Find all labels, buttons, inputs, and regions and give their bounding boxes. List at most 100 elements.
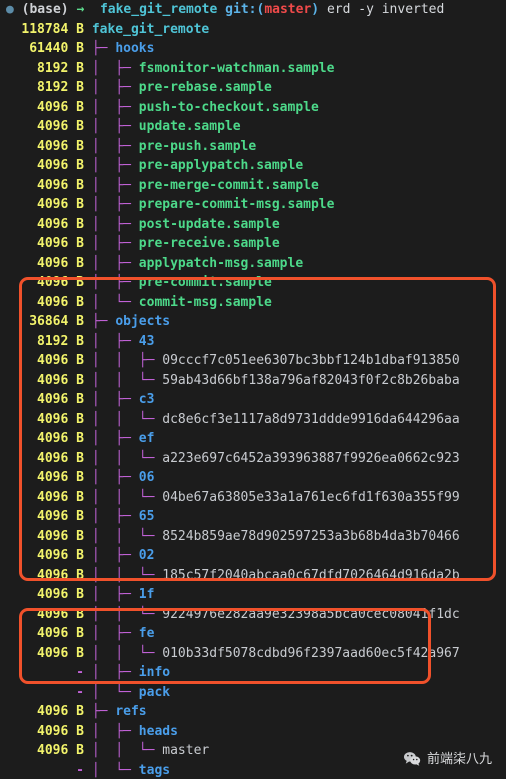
tree-row: 4096 B │ ├─ c3: [0, 390, 506, 410]
tree-row-gap: [84, 117, 92, 137]
tree-row-name: commit-msg.sample: [138, 294, 272, 310]
tree-row-size: 4096 B: [37, 392, 84, 407]
tree-row-name: pre-applypatch.sample: [138, 158, 304, 173]
tree-row-size: 4096 B: [37, 99, 84, 115]
tree-row-gap: [84, 351, 92, 371]
tree-row-size: 8192 B: [37, 80, 84, 95]
tree-output: 118784 B fake_git_remote 61440 B ├─ hooks…: [0, 20, 506, 779]
tree-row-size: 4096 B: [37, 489, 84, 505]
tree-row-gap: [84, 371, 92, 391]
tree-row-size: 36864 B: [29, 314, 84, 329]
tree-row-gap: [84, 273, 92, 293]
tree-row-name: post-update.sample: [138, 216, 280, 232]
tree-row-connector: │ ├─: [91, 548, 139, 563]
tree-row-gap: [84, 761, 92, 779]
tree-row-name: 185c57f2040abcaa0c67dfd7026464d916da2b: [162, 567, 460, 583]
tree-row-size: 4096 B: [37, 197, 84, 212]
tree-row-connector: │ │ ├─: [91, 353, 163, 368]
tree-row-gap: [84, 722, 92, 742]
tree-row-gap: [84, 312, 92, 332]
tree-row-connector: │ └─: [91, 294, 139, 310]
tree-row-gap: [84, 702, 92, 722]
tree-row-connector: │ ├─: [91, 119, 139, 134]
tree-row: 4096 B │ └─ commit-msg.sample: [0, 293, 506, 313]
tree-row-size: 4096 B: [37, 236, 84, 251]
tree-row-gap: [84, 39, 92, 59]
tree-row-connector: │ │ └─: [91, 372, 163, 388]
tree-row-name: 06: [138, 470, 155, 485]
tree-row-name: 9224976e282aa9e32398a5bca0cec08041f1dc: [162, 606, 460, 622]
tree-row: 4096 B │ ├─ pre-merge-commit.sample: [0, 176, 506, 196]
tree-row-size: 4096 B: [37, 255, 84, 271]
tree-row-size: 8192 B: [37, 333, 84, 349]
tree-row-gap: [84, 78, 92, 98]
tree-row-name: pack: [138, 684, 171, 700]
tree-row: 4096 B │ ├─ applypatch-msg.sample: [0, 254, 506, 274]
tree-row-gap: [84, 488, 92, 508]
tree-row-size: 4096 B: [37, 158, 84, 173]
tree-row-gap: [84, 449, 92, 469]
tree-row-name: dc8e6cf3e1117a8d9731ddde9916da644296aa: [162, 411, 460, 427]
tree-row: 4096 B │ │ └─ 04be67a63805e33a1a761ec6fd…: [0, 488, 506, 508]
tree-row-gap: [84, 683, 92, 703]
tree-row-connector: │ ├─: [91, 665, 139, 680]
tree-row: 4096 B │ ├─ 02: [0, 546, 506, 566]
tree-row-size: 4096 B: [37, 372, 84, 388]
tree-row: 4096 B │ ├─ heads: [0, 722, 506, 742]
tree-row-connector: │ ├─: [91, 509, 139, 524]
tree-row-name: 43: [138, 333, 155, 349]
tree-row-connector: │ │ └─: [91, 489, 163, 505]
tree-row-connector: │ ├─: [91, 392, 139, 407]
tree-row: 4096 B │ ├─ prepare-commit-msg.sample: [0, 195, 506, 215]
tree-row-size: 4096 B: [37, 567, 84, 583]
tree-row-name: hooks: [115, 41, 155, 56]
tree-row-size: 4096 B: [37, 626, 84, 641]
tree-row-gap: [84, 59, 92, 79]
tree-row-gap: [84, 137, 92, 157]
tree-row-connector: │ │ └─: [91, 606, 163, 622]
tree-row-gap: [84, 410, 92, 430]
tree-row-connector: │ ├─: [91, 255, 139, 271]
tree-row-name: pre-merge-commit.sample: [138, 177, 319, 193]
tree-row-connector: │ │ └─: [91, 645, 163, 661]
tree-row-name: pre-commit.sample: [138, 275, 272, 290]
tree-row-name: pre-rebase.sample: [138, 80, 272, 95]
tree-row-gap: [84, 507, 92, 527]
prompt-status-dot: ●: [6, 2, 14, 17]
tree-row-name: 010b33df5078cdbd96f2397aad60ec5f42a967: [162, 645, 460, 661]
tree-row-size: 4096 B: [37, 411, 84, 427]
tree-row-name: master: [162, 743, 210, 758]
tree-row-connector: │ │ └─: [91, 450, 163, 466]
tree-row-gap: [84, 293, 92, 313]
tree-row: 4096 B │ │ └─ 59ab43d66bf138a796af82043f…: [0, 371, 506, 391]
tree-row-connector: │ ├─: [91, 158, 139, 173]
tree-row: 4096 B │ │ └─ 8524b859ae78d902597253a3b6…: [0, 527, 506, 547]
tree-row: 8192 B │ ├─ pre-rebase.sample: [0, 78, 506, 98]
tree-row-connector: │ │ └─: [91, 743, 163, 758]
tree-row-name: pre-receive.sample: [138, 236, 280, 251]
tree-row-name: a223e697c6452a393963887f9926ea0662c923: [162, 450, 460, 466]
tree-row: 4096 B │ ├─ pre-receive.sample: [0, 234, 506, 254]
tree-row: 4096 B │ │ └─ a223e697c6452a393963887f99…: [0, 449, 506, 469]
tree-row-size: 61440 B: [29, 41, 84, 56]
tree-row-gap: [84, 527, 92, 547]
tree-row-size: 4096 B: [37, 723, 84, 739]
tree-row: 4096 B │ ├─ 65: [0, 507, 506, 527]
tree-row-size: 4096 B: [37, 528, 84, 544]
tree-row-gap: [84, 624, 92, 644]
tree-row-size: 4096 B: [37, 587, 84, 602]
tree-row-name: 59ab43d66bf138a796af82043f0f2c8b26baba: [162, 372, 460, 388]
tree-row: 4096 B │ │ └─ 185c57f2040abcaa0c67dfd702…: [0, 566, 506, 586]
tree-row-size: -: [76, 684, 84, 700]
tree-row: 4096 B │ ├─ update.sample: [0, 117, 506, 137]
tree-row: 4096 B │ │ └─ 010b33df5078cdbd96f2397aad…: [0, 644, 506, 664]
tree-row: 4096 B │ │ └─ 9224976e282aa9e32398a5bca0…: [0, 605, 506, 625]
tree-row-name: fsmonitor-watchman.sample: [138, 60, 335, 76]
tree-row-size: 4096 B: [37, 704, 84, 719]
tree-row-gap: [84, 20, 92, 40]
tree-row-connector: │ └─: [91, 684, 139, 700]
tree-row-name: 02: [138, 548, 155, 563]
tree-row: 4096 B │ ├─ pre-push.sample: [0, 137, 506, 157]
tree-row-connector: │ ├─: [91, 587, 139, 602]
tree-row: 4096 B │ ├─ 06: [0, 468, 506, 488]
